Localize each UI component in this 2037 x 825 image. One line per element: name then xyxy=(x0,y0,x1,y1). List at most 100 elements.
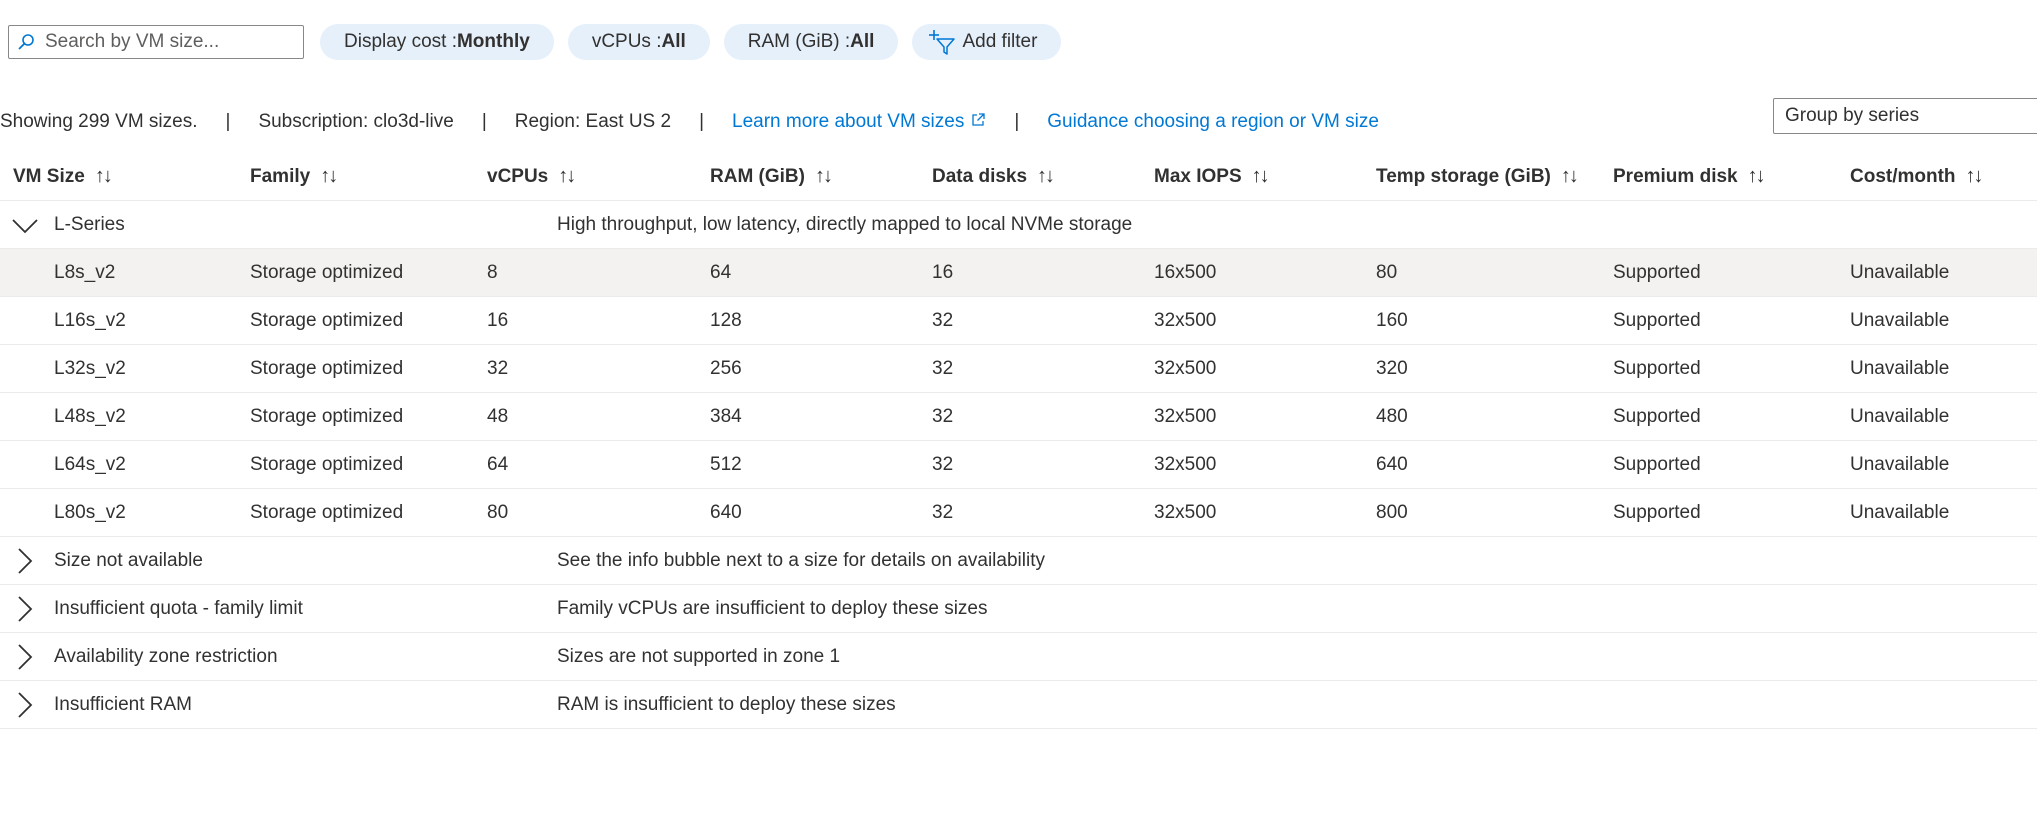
sort-icon: ↑↓ xyxy=(1747,165,1766,187)
cell-ram: 384 xyxy=(710,406,742,427)
chevron-right-icon[interactable] xyxy=(10,585,40,632)
cell-max-iops: 32x500 xyxy=(1154,358,1217,379)
cell-cost: Unavailable xyxy=(1850,358,1950,379)
group-description: Sizes are not supported in zone 1 xyxy=(557,646,841,667)
cell-vcpus: 48 xyxy=(487,406,509,427)
region-label: Region: East US 2 xyxy=(514,111,672,132)
cell-temp-storage: 80 xyxy=(1376,262,1398,283)
cell-temp-storage: 320 xyxy=(1376,358,1408,379)
group-row-zone-restriction[interactable]: Availability zone restriction Sizes are … xyxy=(0,633,2037,681)
column-header-premium-disk[interactable]: Premium disk ↑↓ xyxy=(1613,152,1766,200)
chevron-right-icon[interactable] xyxy=(10,633,40,680)
cell-cost: Unavailable xyxy=(1850,310,1950,331)
group-description: Family vCPUs are insufficient to deploy … xyxy=(557,598,988,619)
chevron-right-icon[interactable] xyxy=(10,681,40,728)
table-row[interactable]: L48s_v2 Storage optimized 48 384 32 32x5… xyxy=(0,393,2037,441)
cell-premium-disk: Supported xyxy=(1613,502,1701,523)
column-header-max-iops[interactable]: Max IOPS ↑↓ xyxy=(1154,152,1270,200)
add-filter-icon xyxy=(929,30,956,55)
cell-data-disks: 32 xyxy=(932,406,954,427)
cell-cost: Unavailable xyxy=(1850,262,1950,283)
table-row[interactable]: L64s_v2 Storage optimized 64 512 32 32x5… xyxy=(0,441,2037,489)
cell-vm-size: L32s_v2 xyxy=(54,358,126,379)
guidance-link[interactable]: Guidance choosing a region or VM size xyxy=(1047,111,1379,133)
vm-sizes-table: VM Size ↑↓ Family ↑↓ vCPUs ↑↓ RAM (GiB) ↑↓ D… xyxy=(0,152,2037,729)
column-header-data-disks[interactable]: Data disks ↑↓ xyxy=(932,152,1055,200)
filter-label: Display cost : xyxy=(344,31,457,52)
cell-ram: 64 xyxy=(710,262,732,283)
group-name: Availability zone restriction xyxy=(54,646,278,667)
column-header-vm-size[interactable]: VM Size ↑↓ xyxy=(13,152,113,200)
group-row-insufficient-ram[interactable]: Insufficient RAM RAM is insufficient to … xyxy=(0,681,2037,729)
sort-icon: ↑↓ xyxy=(320,165,338,187)
cell-vcpus: 32 xyxy=(487,358,509,379)
cell-cost: Unavailable xyxy=(1850,502,1950,523)
sort-icon: ↑↓ xyxy=(1560,165,1579,187)
cell-premium-disk: Supported xyxy=(1613,262,1701,283)
search-box[interactable] xyxy=(8,25,304,59)
cell-cost: Unavailable xyxy=(1850,454,1950,475)
cell-vm-size: L8s_v2 xyxy=(54,262,116,283)
sort-icon: ↑↓ xyxy=(1965,165,1984,187)
column-header-ram[interactable]: RAM (GiB) ↑↓ xyxy=(710,152,833,200)
group-row-l-series[interactable]: L-Series High throughput, low latency, d… xyxy=(0,201,2037,249)
cell-vcpus: 16 xyxy=(487,310,509,331)
cell-data-disks: 32 xyxy=(932,358,954,379)
group-name: Insufficient RAM xyxy=(54,694,192,715)
separator: | xyxy=(481,111,487,132)
cell-vm-size: L64s_v2 xyxy=(54,454,126,475)
group-description: RAM is insufficient to deploy these size… xyxy=(557,694,896,715)
cell-vcpus: 80 xyxy=(487,502,509,523)
group-description: See the info bubble next to a size for d… xyxy=(557,550,1045,571)
learn-more-link[interactable]: Learn more about VM sizes xyxy=(732,111,986,133)
display-cost-filter[interactable]: Display cost : Monthly xyxy=(320,24,554,60)
separator: | xyxy=(699,111,704,132)
sort-icon: ↑↓ xyxy=(558,165,576,187)
add-filter-button[interactable]: Add filter xyxy=(912,24,1062,60)
cell-family: Storage optimized xyxy=(250,406,404,427)
separator: | xyxy=(1014,111,1020,132)
cell-max-iops: 32x500 xyxy=(1154,310,1217,331)
cell-premium-disk: Supported xyxy=(1613,310,1701,331)
table-row[interactable]: L32s_v2 Storage optimized 32 256 32 32x5… xyxy=(0,345,2037,393)
column-header-cost-month[interactable]: Cost/month ↑↓ xyxy=(1850,152,1984,200)
cell-data-disks: 32 xyxy=(932,454,954,475)
cell-ram: 256 xyxy=(710,358,742,379)
cell-vm-size: L80s_v2 xyxy=(54,502,126,523)
column-header-vcpus[interactable]: vCPUs ↑↓ xyxy=(487,152,576,200)
search-input[interactable] xyxy=(43,30,287,54)
table-row[interactable]: L8s_v2 Storage optimized 8 64 16 16x500 … xyxy=(0,249,2037,297)
chevron-down-icon[interactable] xyxy=(10,201,40,248)
cell-max-iops: 32x500 xyxy=(1154,406,1217,427)
group-row-size-not-available[interactable]: Size not available See the info bubble n… xyxy=(0,537,2037,585)
toolbar: Display cost : Monthly vCPUs : All RAM (… xyxy=(8,24,1062,60)
group-row-insufficient-quota[interactable]: Insufficient quota - family limit Family… xyxy=(0,585,2037,633)
group-name: L-Series xyxy=(54,214,125,235)
column-header-temp-storage[interactable]: Temp storage (GiB) ↑↓ xyxy=(1376,152,1579,200)
vcpus-filter[interactable]: vCPUs : All xyxy=(567,24,710,60)
sort-icon: ↑↓ xyxy=(94,165,113,187)
sort-icon: ↑↓ xyxy=(1251,165,1270,187)
cell-max-iops: 32x500 xyxy=(1154,454,1217,475)
cell-temp-storage: 480 xyxy=(1376,406,1408,427)
filter-value: Monthly xyxy=(456,31,530,52)
cell-vm-size: L48s_v2 xyxy=(54,406,126,427)
cell-temp-storage: 800 xyxy=(1376,502,1408,523)
table-header: VM Size ↑↓ Family ↑↓ vCPUs ↑↓ RAM (GiB) ↑↓ D… xyxy=(0,152,2037,201)
table-row[interactable]: L16s_v2 Storage optimized 16 128 32 32x5… xyxy=(0,297,2037,345)
group-by-value: Group by series xyxy=(1785,105,1920,126)
filter-label: RAM (GiB) : xyxy=(747,31,851,52)
cell-premium-disk: Supported xyxy=(1613,454,1701,475)
cell-premium-disk: Supported xyxy=(1613,358,1701,379)
cell-ram: 512 xyxy=(710,454,742,475)
filter-value: All xyxy=(850,31,875,52)
cell-data-disks: 16 xyxy=(932,262,954,283)
cell-temp-storage: 640 xyxy=(1376,454,1408,475)
cell-max-iops: 32x500 xyxy=(1154,502,1217,523)
chevron-right-icon[interactable] xyxy=(10,537,40,584)
cell-data-disks: 32 xyxy=(932,502,954,523)
group-by-dropdown[interactable]: Group by series xyxy=(1773,98,2037,134)
ram-filter[interactable]: RAM (GiB) : All xyxy=(723,24,899,60)
table-row[interactable]: L80s_v2 Storage optimized 80 640 32 32x5… xyxy=(0,489,2037,537)
column-header-family[interactable]: Family ↑↓ xyxy=(250,152,338,200)
